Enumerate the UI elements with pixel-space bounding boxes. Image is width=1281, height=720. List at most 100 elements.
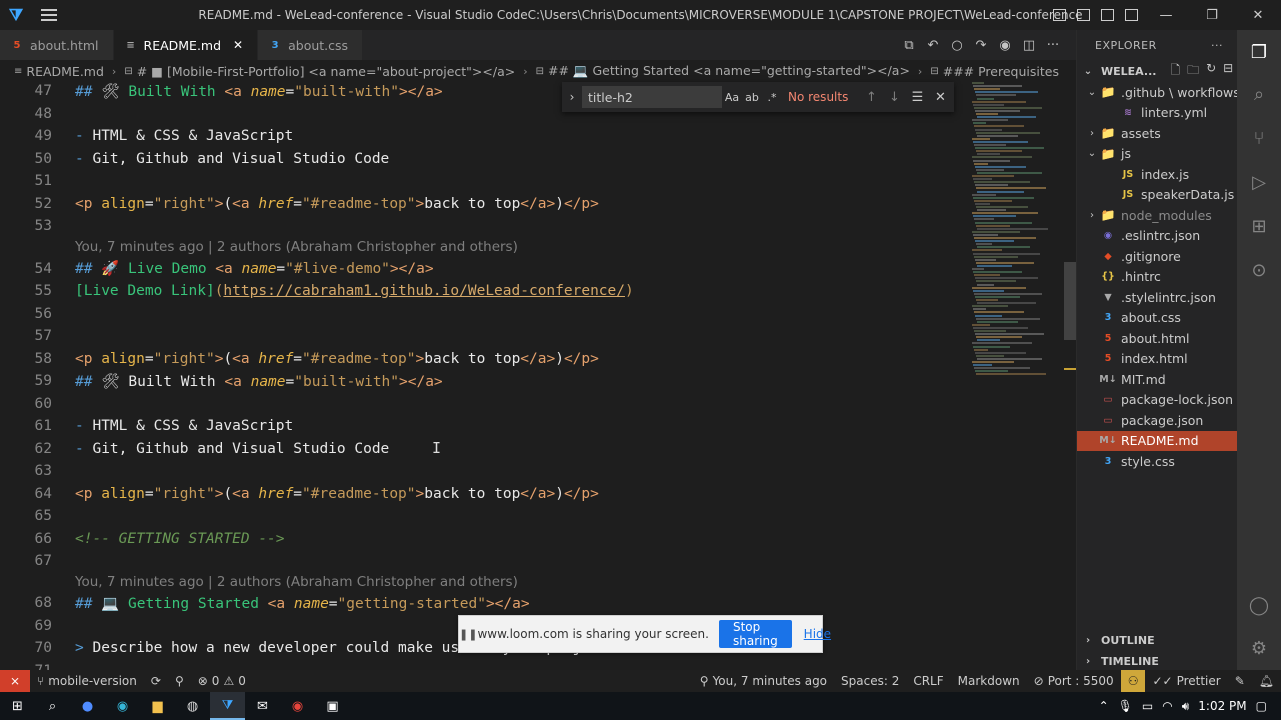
tree-file[interactable]: ≋ linters.yml <box>1077 103 1237 124</box>
source-control-icon[interactable]: ⑂ <box>1237 118 1281 158</box>
feedback-icon[interactable]: ✎ <box>1228 670 1252 692</box>
maximize-button[interactable]: ❐ <box>1189 0 1235 30</box>
problems-indicator[interactable]: ⊗ 0 ⚠ 0 <box>191 670 253 692</box>
tree-folder[interactable]: ⌄ 📁 js <box>1077 144 1237 165</box>
tree-file[interactable]: {} .hintrc <box>1077 267 1237 288</box>
hamburger-menu-icon[interactable] <box>32 0 66 30</box>
tree-file[interactable]: JS index.js <box>1077 164 1237 185</box>
split-editor-icon[interactable]: ◫ <box>1020 38 1038 53</box>
battery-icon[interactable]: ▭ <box>1142 699 1153 713</box>
microphone-icon[interactable]: 🎙︎ <box>1118 699 1133 713</box>
match-case-toggle[interactable]: Aa <box>722 91 742 104</box>
editor-scrollbar-thumb[interactable] <box>1064 262 1076 340</box>
open-preview-icon[interactable]: ⧉ <box>900 38 918 53</box>
workspace-folder[interactable]: ⌄ WELEA... 🗋 🗀 ↻ ⊟ <box>1077 60 1237 82</box>
live-server-port[interactable]: ⊘ Port : 5500 <box>1027 670 1121 692</box>
breadcrumb-file[interactable]: README.md <box>26 64 104 79</box>
prettier-status[interactable]: ✓✓ Prettier <box>1145 670 1227 692</box>
file-explorer-icon[interactable]: ▆ <box>140 692 175 720</box>
vscode-taskbar-icon[interactable]: ⧩ <box>210 692 245 720</box>
toggle-secondary-sidebar-icon[interactable] <box>1095 0 1119 30</box>
go-forward-icon[interactable]: ↷ <box>972 38 990 53</box>
whole-word-toggle[interactable]: ab <box>742 91 762 104</box>
git-blame-status[interactable]: ⚲ You, 7 minutes ago <box>693 670 834 692</box>
git-graph-icon[interactable]: ⚲ <box>168 670 191 692</box>
next-match-icon[interactable]: ↓ <box>883 90 906 105</box>
chevron-up-icon[interactable]: ⌃ <box>1099 699 1109 713</box>
explorer-icon[interactable]: ❐ <box>1237 32 1281 72</box>
refresh-icon[interactable]: ↻ <box>1206 61 1216 82</box>
indentation-status[interactable]: Spaces: 2 <box>834 670 906 692</box>
tree-file[interactable]: 3 style.css <box>1077 451 1237 472</box>
more-actions-icon[interactable]: ··· <box>1211 39 1223 52</box>
app-icon[interactable]: ● <box>70 692 105 720</box>
tree-folder[interactable]: ⌄ 📁 .github \ workflows <box>1077 82 1240 103</box>
language-mode[interactable]: Markdown <box>951 670 1027 692</box>
search-icon[interactable]: ⌕ <box>1237 74 1281 114</box>
tab-readme-md[interactable]: ≡ README.md ✕ <box>113 30 259 60</box>
close-window-button[interactable]: ✕ <box>1235 0 1281 30</box>
wifi-icon[interactable]: ◠ <box>1162 699 1172 713</box>
mail-icon[interactable]: ✉ <box>245 692 280 720</box>
regex-toggle[interactable]: .* <box>762 91 782 104</box>
windows-start-icon[interactable]: ⊞ <box>0 692 35 720</box>
tree-file[interactable]: M↓ README.md <box>1077 430 1237 451</box>
breadcrumb-item[interactable]: ## 💻 Getting Started <a name="getting-st… <box>548 63 910 79</box>
tree-file[interactable]: JS speakerData.js <box>1077 185 1237 206</box>
toggle-panel-icon[interactable] <box>1071 0 1095 30</box>
chrome-canary-icon[interactable]: ◍ <box>175 692 210 720</box>
minimap[interactable] <box>970 82 1065 382</box>
tree-folder[interactable]: › 📁 assets <box>1077 123 1237 144</box>
eol-status[interactable]: CRLF <box>906 670 950 692</box>
new-folder-icon[interactable]: 🗀 <box>1187 61 1199 82</box>
run-debug-icon[interactable]: ▷ <box>1237 162 1281 202</box>
account-icon[interactable]: ◯ <box>1237 585 1281 625</box>
clock-time[interactable]: 1:02 PM <box>1198 699 1246 713</box>
bell-icon[interactable]: 🔔︎ <box>1252 670 1281 692</box>
sync-button[interactable]: ⟳ <box>144 670 168 692</box>
branch-indicator[interactable]: ⑂ mobile-version <box>30 670 144 692</box>
search-icon[interactable]: ⌕ <box>35 692 70 720</box>
gear-icon[interactable]: ⚙ <box>1237 628 1281 668</box>
tree-folder[interactable]: › 📁 node_modules <box>1077 205 1237 226</box>
tab-about-html[interactable]: 5 about.html <box>0 30 114 60</box>
tree-file[interactable]: ◉ .eslintrc.json <box>1077 226 1237 247</box>
more-actions-icon[interactable]: ··· <box>1044 38 1062 53</box>
collapse-all-icon[interactable]: ⊟ <box>1223 61 1233 82</box>
timeline-section[interactable]: › TIMELINE <box>1077 651 1237 672</box>
tree-file[interactable]: ▭ package-lock.json <box>1077 390 1237 411</box>
new-file-icon[interactable]: 🗋 <box>1170 61 1180 82</box>
breadcrumb-item[interactable]: ### Prerequisites <box>943 64 1059 79</box>
find-in-selection-icon[interactable]: ☰ <box>906 90 929 105</box>
outline-section[interactable]: › OUTLINE <box>1077 630 1237 651</box>
go-back-icon[interactable]: ↶ <box>924 38 942 53</box>
tree-file[interactable]: 3 about.css <box>1077 308 1237 329</box>
tree-file[interactable]: ▭ package.json <box>1077 410 1237 431</box>
previous-match-icon[interactable]: ↑ <box>860 90 883 105</box>
find-input[interactable]: title-h2 <box>582 86 722 108</box>
toggle-replace-chevron-icon[interactable]: › <box>562 90 582 104</box>
remote-indicator[interactable]: ⨯ <box>0 670 30 692</box>
chrome-icon[interactable]: ◉ <box>280 692 315 720</box>
hide-link[interactable]: Hide <box>804 627 831 641</box>
customize-layout-icon[interactable] <box>1119 0 1143 30</box>
terminal-icon[interactable]: ▣ <box>315 692 350 720</box>
minimize-button[interactable]: — <box>1143 0 1189 30</box>
tree-file[interactable]: 5 about.html <box>1077 328 1237 349</box>
toggle-primary-sidebar-icon[interactable] <box>1047 0 1071 30</box>
edge-icon[interactable]: ◉ <box>105 692 140 720</box>
codelens-blame[interactable]: You, 7 minutes ago | 2 authors (Abraham … <box>75 574 518 590</box>
tab-about-css[interactable]: 3 about.css <box>258 30 364 60</box>
git-lens-icon[interactable]: ◉ <box>996 38 1014 53</box>
close-icon[interactable]: ✕ <box>929 90 952 105</box>
notifications-icon[interactable]: ▢ <box>1256 699 1267 713</box>
remote-explorer-icon[interactable]: ⊙ <box>1237 250 1281 290</box>
volume-icon[interactable]: 🔊︎ <box>1182 699 1190 714</box>
toggle-blame-icon[interactable]: ○ <box>948 38 966 53</box>
close-icon[interactable]: ✕ <box>233 38 243 52</box>
tree-file[interactable]: ▼ .stylelintrc.json <box>1077 287 1237 308</box>
tree-file[interactable]: 5 index.html <box>1077 349 1237 370</box>
code-editor[interactable]: 47 ## 🛠 Built With <a name="built-with">… <box>0 82 1080 670</box>
codelens-blame[interactable]: You, 7 minutes ago | 2 authors (Abraham … <box>75 239 518 255</box>
tree-file[interactable]: ◆ .gitignore <box>1077 246 1237 267</box>
